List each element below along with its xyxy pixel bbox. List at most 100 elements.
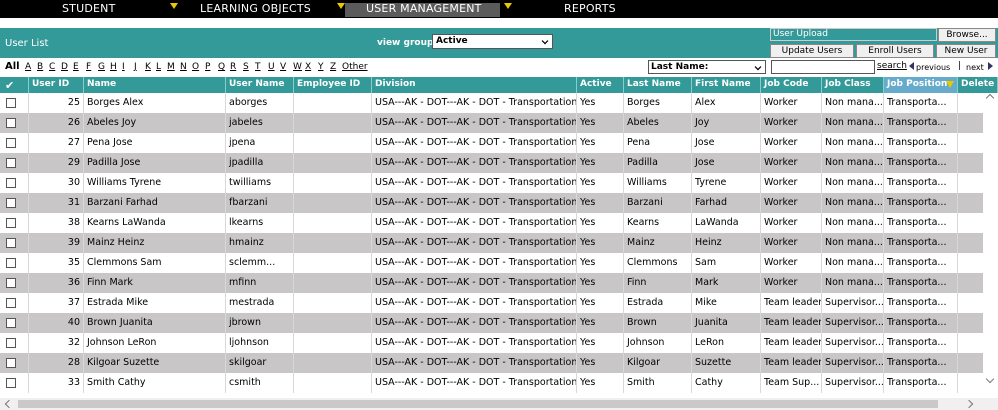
column-header[interactable]: Job Position: [884, 77, 958, 93]
table-row[interactable]: 25 Borges Alex aborges USA---AK - DOT---AK …: [0, 93, 998, 113]
vertical-scrollbar[interactable]: [983, 93, 998, 393]
sort-arrow-icon[interactable]: [946, 81, 954, 88]
alpha-letter-link[interactable]: V: [280, 62, 286, 72]
row-checkbox[interactable]: [6, 358, 16, 368]
table-row[interactable]: 33 Smith Cathy csmith USA---AK - DOT---AK -…: [0, 373, 998, 393]
row-checkbox[interactable]: [6, 278, 16, 288]
column-header[interactable]: Employee ID: [294, 77, 372, 93]
alpha-letter-link[interactable]: F: [86, 62, 91, 72]
row-checkbox[interactable]: [6, 138, 16, 148]
table-row[interactable]: 29 Padilla Jose jpadilla USA---AK - DOT---A…: [0, 153, 998, 173]
alpha-letter-link[interactable]: Q: [218, 62, 225, 72]
table-row[interactable]: 26 Abeles Joy jabeles USA---AK - DOT---AK -…: [0, 113, 998, 133]
nav-learning-objects-dropdown-icon[interactable]: [337, 3, 345, 9]
table-row[interactable]: 40 Brown Juanita jbrown USA---AK - DOT---AK…: [0, 313, 998, 333]
alpha-letter-link[interactable]: Z: [330, 62, 336, 72]
nav-learning-objects[interactable]: LEARNING OBJECTS: [200, 0, 311, 18]
row-checkbox[interactable]: [6, 118, 16, 128]
alpha-letter-link[interactable]: U: [268, 62, 275, 72]
alpha-letter-link[interactable]: G: [98, 62, 105, 72]
alpha-letter-link[interactable]: H: [110, 62, 117, 72]
alpha-letter-link[interactable]: P: [205, 62, 210, 72]
alpha-letter-link[interactable]: T: [255, 62, 261, 72]
row-checkbox[interactable]: [6, 198, 16, 208]
alpha-letter-link[interactable]: R: [230, 62, 236, 72]
row-checkbox[interactable]: [6, 338, 16, 348]
alpha-letter-link[interactable]: I: [122, 62, 125, 72]
table-row[interactable]: 38 Kearns LaWanda lkearns USA---AK - DOT---…: [0, 213, 998, 233]
nav-student[interactable]: STUDENT: [62, 0, 116, 18]
view-group-select[interactable]: Active: [432, 34, 553, 49]
column-header[interactable]: Name: [84, 77, 226, 93]
next-link[interactable]: next: [966, 63, 984, 72]
checkmark-icon[interactable]: ✔: [5, 78, 14, 93]
row-checkbox[interactable]: [6, 178, 16, 188]
column-header[interactable]: First Name: [692, 77, 761, 93]
column-header[interactable]: User ID: [29, 77, 84, 93]
scroll-left-icon[interactable]: [4, 399, 14, 409]
column-header[interactable]: User Name: [226, 77, 294, 93]
table-row[interactable]: 35 Clemmons Sam sclemm... USA---AK - DOT---…: [0, 253, 998, 273]
column-header[interactable]: Delete: [958, 77, 998, 93]
previous-link[interactable]: previous: [916, 63, 950, 72]
row-checkbox[interactable]: [6, 298, 16, 308]
horizontal-scroll-thumb[interactable]: [18, 400, 938, 408]
alpha-letter-link[interactable]: B: [37, 62, 43, 72]
scroll-down-icon[interactable]: [985, 374, 995, 384]
column-header[interactable]: Job Class: [822, 77, 884, 93]
row-checkbox[interactable]: [6, 258, 16, 268]
table-row[interactable]: 36 Finn Mark mfinn USA---AK - DOT---AK - DO…: [0, 273, 998, 293]
column-header[interactable]: Active: [577, 77, 624, 93]
alpha-letter-link[interactable]: J: [134, 62, 137, 72]
alpha-other-link[interactable]: Other: [342, 62, 368, 72]
row-checkbox[interactable]: [6, 378, 16, 388]
user-upload-field[interactable]: User Upload: [770, 28, 937, 41]
alpha-letter-link[interactable]: E: [73, 62, 79, 72]
alpha-letter-link[interactable]: A: [25, 62, 31, 72]
alpha-letter-link[interactable]: L: [156, 62, 161, 72]
column-header[interactable]: Division: [372, 77, 577, 93]
alpha-letter-link[interactable]: O: [192, 62, 199, 72]
table-row[interactable]: 30 Williams Tyrene twilliams USA---AK - DOT…: [0, 173, 998, 193]
row-checkbox[interactable]: [6, 158, 16, 168]
table-row[interactable]: 39 Mainz Heinz hmainz USA---AK - DOT---AK -…: [0, 233, 998, 253]
alpha-letter-link[interactable]: W: [293, 62, 302, 72]
alpha-all-link[interactable]: All: [5, 61, 20, 72]
search-link[interactable]: search: [877, 61, 907, 71]
search-input[interactable]: [771, 60, 875, 74]
row-checkbox[interactable]: [6, 238, 16, 248]
nav-user-management-dropdown-icon[interactable]: [504, 3, 512, 9]
alpha-letter-link[interactable]: C: [49, 62, 55, 72]
browse-button[interactable]: Browse...: [938, 28, 996, 42]
enroll-users-button[interactable]: Enroll Users: [856, 44, 934, 58]
update-users-button[interactable]: Update Users: [770, 44, 854, 58]
select-all-header[interactable]: ✔: [0, 77, 29, 93]
nav-reports[interactable]: REPORTS: [564, 0, 616, 18]
table-row[interactable]: 31 Barzani Farhad fbarzani USA---AK - DOT--…: [0, 193, 998, 213]
scroll-up-icon[interactable]: [985, 93, 995, 103]
row-checkbox[interactable]: [6, 218, 16, 228]
scroll-right-icon[interactable]: [964, 399, 974, 409]
alpha-letter-link[interactable]: Y: [318, 62, 324, 72]
alpha-letter-link[interactable]: X: [305, 62, 311, 72]
table-row[interactable]: 37 Estrada Mike mestrada USA---AK - DOT---A…: [0, 293, 998, 313]
row-checkbox[interactable]: [6, 98, 16, 108]
alpha-letter-link[interactable]: M: [167, 62, 175, 72]
nav-student-dropdown-icon[interactable]: [170, 3, 178, 9]
nav-user-management[interactable]: USER MANAGEMENT: [366, 0, 482, 18]
table-row[interactable]: 32 Johnson LeRon ljohnson USA---AK - DOT---…: [0, 333, 998, 353]
row-checkbox[interactable]: [6, 318, 16, 328]
alpha-letter-link[interactable]: D: [61, 62, 68, 72]
table-row[interactable]: 28 Kilgoar Suzette skilgoar USA---AK - DOT-…: [0, 353, 998, 373]
horizontal-scrollbar[interactable]: [0, 398, 998, 410]
column-header[interactable]: Last Name: [624, 77, 692, 93]
table-row[interactable]: 27 Pena Jose jpena USA---AK - DOT---AK - DO…: [0, 133, 998, 153]
search-field-select[interactable]: Last Name:: [648, 60, 766, 74]
alpha-letter-link[interactable]: N: [180, 62, 187, 72]
alpha-letter-link[interactable]: S: [243, 62, 249, 72]
column-header[interactable]: Job Code: [761, 77, 822, 93]
alpha-letter-link[interactable]: K: [145, 62, 151, 72]
previous-arrow-icon[interactable]: [909, 62, 914, 70]
next-arrow-icon[interactable]: [988, 62, 993, 70]
new-user-button[interactable]: New User: [936, 44, 996, 58]
